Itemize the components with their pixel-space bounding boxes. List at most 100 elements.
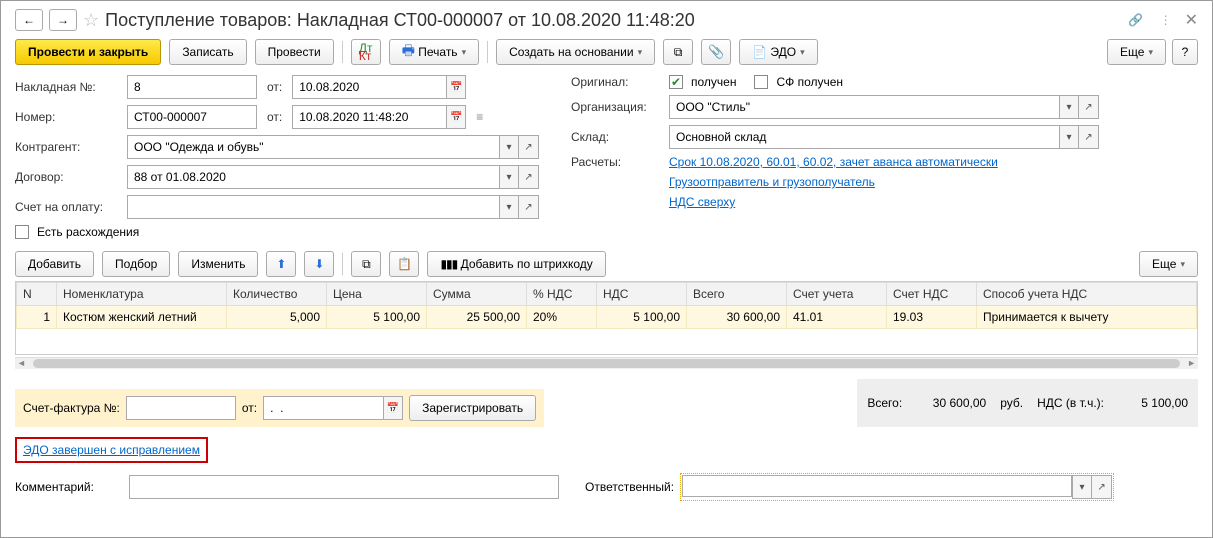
cell-vatpct: 20% [527, 306, 597, 329]
save-button[interactable]: Записать [169, 39, 246, 65]
dtkt-button[interactable]: ДтКт [351, 39, 381, 65]
cell-sum: 25 500,00 [427, 306, 527, 329]
add-by-barcode-label: Добавить по штрихкоду [461, 257, 593, 271]
dropdown-icon[interactable]: ▾ [1059, 95, 1079, 119]
register-sf-button[interactable]: Зарегистрировать [409, 395, 536, 421]
payinvoice-input[interactable] [127, 195, 499, 219]
total-value: 30 600,00 [916, 396, 986, 410]
structure-button[interactable]: ⧉ [663, 39, 693, 65]
invoice-no-input[interactable] [127, 75, 257, 99]
responsible-label: Ответственный: [585, 480, 674, 494]
separator [342, 41, 343, 63]
help-button[interactable]: ? [1172, 39, 1198, 65]
contract-input[interactable] [127, 165, 499, 189]
col-vatmode: Способ учета НДС [977, 283, 1197, 306]
invoice-date-input[interactable] [292, 75, 446, 99]
calendar-icon[interactable]: 📅 [383, 396, 403, 420]
counterparty-input[interactable] [127, 135, 499, 159]
print-button[interactable]: 🖶 Печать [389, 39, 479, 65]
dropdown-icon[interactable]: ▾ [1059, 125, 1079, 149]
responsible-input[interactable] [682, 475, 1072, 497]
paste-button[interactable]: 📋 [389, 251, 419, 277]
received-label: получен [691, 75, 736, 89]
add-by-barcode-button[interactable]: ▮▮▮ Добавить по штрихкоду [427, 251, 605, 277]
calc-label: Расчеты: [571, 155, 665, 169]
favorite-star-icon[interactable]: ☆ [83, 10, 99, 31]
move-down-button[interactable]: ⬇ [304, 251, 334, 277]
number-input[interactable] [127, 105, 257, 129]
from-label: от: [267, 80, 282, 94]
dropdown-icon[interactable]: ▾ [499, 135, 519, 159]
col-vatacc: Счет НДС [887, 283, 977, 306]
received-checkbox[interactable]: ✔ [669, 75, 683, 89]
calendar-icon[interactable]: 📅 [446, 105, 466, 129]
table-more-button[interactable]: Еще [1139, 251, 1198, 277]
open-icon[interactable]: ↗ [519, 135, 539, 159]
nav-back-button[interactable]: ← [15, 9, 43, 31]
col-price: Цена [327, 283, 427, 306]
calendar-icon[interactable]: 📅 [446, 75, 466, 99]
page-title: Поступление товаров: Накладная СТ00-0000… [105, 10, 695, 31]
sf-received-label: СФ получен [776, 75, 843, 89]
edit-row-button[interactable]: Изменить [178, 251, 258, 277]
dropdown-icon[interactable]: ▾ [499, 195, 519, 219]
separator [342, 253, 343, 275]
dropdown-icon[interactable]: ▾ [499, 165, 519, 189]
vat-link[interactable]: НДС сверху [669, 195, 735, 209]
counterparty-label: Контрагент: [15, 140, 123, 154]
link-icon[interactable]: 🔗 [1125, 9, 1147, 31]
create-based-on-button[interactable]: Создать на основании [496, 39, 655, 65]
open-icon[interactable]: ↗ [519, 195, 539, 219]
move-up-button[interactable]: ⬆ [266, 251, 296, 277]
discrepancy-checkbox[interactable] [15, 225, 29, 239]
sf-date-input[interactable] [263, 396, 383, 420]
attachments-button[interactable]: 📎 [701, 39, 731, 65]
currency-label: руб. [1000, 396, 1023, 410]
discrepancy-label: Есть расхождения [37, 225, 139, 239]
col-vat: НДС [597, 283, 687, 306]
sf-no-input[interactable] [126, 396, 236, 420]
sf-from-label: от: [242, 401, 257, 415]
items-table[interactable]: N Номенклатура Количество Цена Сумма % Н… [15, 281, 1198, 355]
edo-status-link[interactable]: ЭДО завершен с исправлением [23, 443, 200, 457]
kebab-menu-icon[interactable]: ⋮ [1155, 9, 1177, 31]
sf-received-checkbox[interactable] [754, 75, 768, 89]
calc-link[interactable]: Срок 10.08.2020, 60.01, 60.02, зачет ава… [669, 155, 998, 169]
list-icon[interactable]: ≡ [476, 110, 483, 124]
edo-button[interactable]: 📄 ЭДО [739, 39, 818, 65]
nav-forward-button[interactable]: → [49, 9, 77, 31]
shipper-link[interactable]: Грузоотправитель и грузополучатель [669, 175, 875, 189]
org-input[interactable] [669, 95, 1059, 119]
edo-label: ЭДО [770, 45, 796, 59]
invoice-no-label: Накладная №: [15, 80, 123, 94]
col-sum: Сумма [427, 283, 527, 306]
col-qty: Количество [227, 283, 327, 306]
horizontal-scrollbar[interactable] [15, 357, 1198, 369]
copy-button[interactable]: ⧉ [351, 251, 381, 277]
post-and-close-button[interactable]: Провести и закрыть [15, 39, 161, 65]
comment-label: Комментарий: [15, 480, 123, 494]
table-row[interactable]: 1 Костюм женский летний 5,000 5 100,00 2… [17, 306, 1197, 329]
separator [487, 41, 488, 63]
open-icon[interactable]: ↗ [1079, 125, 1099, 149]
cell-vatacc: 19.03 [887, 306, 977, 329]
cell-n: 1 [17, 306, 57, 329]
open-icon[interactable]: ↗ [1092, 475, 1112, 499]
warehouse-input[interactable] [669, 125, 1059, 149]
col-acc: Счет учета [787, 283, 887, 306]
clip-icon: 📎 [708, 44, 724, 60]
more-button[interactable]: Еще [1107, 39, 1166, 65]
add-row-button[interactable]: Добавить [15, 251, 94, 277]
dropdown-icon[interactable]: ▾ [1072, 475, 1092, 499]
pick-button[interactable]: Подбор [102, 251, 170, 277]
open-icon[interactable]: ↗ [1079, 95, 1099, 119]
barcode-icon: ▮▮▮ [440, 257, 457, 271]
printer-icon: 🖶 [402, 40, 415, 64]
close-button[interactable]: ✕ [1185, 10, 1198, 30]
comment-input[interactable] [129, 475, 559, 499]
post-button[interactable]: Провести [255, 39, 334, 65]
open-icon[interactable]: ↗ [519, 165, 539, 189]
number-date-input[interactable] [292, 105, 446, 129]
total-label: Всего: [867, 396, 902, 410]
cell-qty: 5,000 [227, 306, 327, 329]
